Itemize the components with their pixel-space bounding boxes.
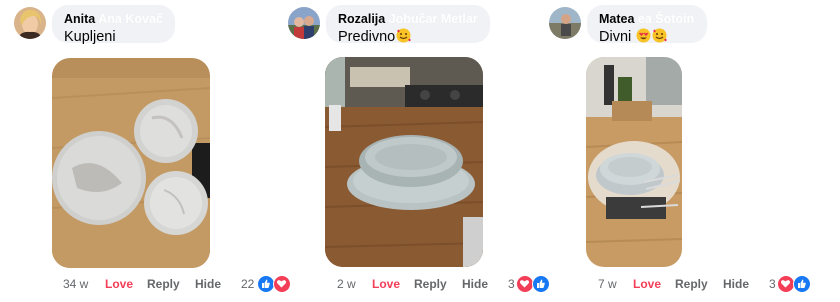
author-name-rest: Ana Kovač <box>98 12 163 26</box>
reaction-count[interactable]: 3 <box>769 277 776 291</box>
timestamp[interactable]: 34 w <box>63 277 88 291</box>
avatar[interactable] <box>288 7 320 39</box>
author-name[interactable]: Matea <box>599 12 634 26</box>
reply-button[interactable]: Reply <box>147 277 180 291</box>
comment-photo[interactable] <box>586 57 682 267</box>
comment-text: Predivno <box>338 29 396 45</box>
like-icon[interactable] <box>532 275 550 293</box>
hide-button[interactable]: Hide <box>723 277 749 291</box>
heart-eyes-icon <box>636 28 651 43</box>
love-button[interactable]: Love <box>633 277 661 291</box>
reaction-count[interactable]: 3 <box>508 277 515 291</box>
reaction-count[interactable]: 22 <box>241 277 254 291</box>
comment-text: Divni <box>599 29 632 45</box>
heart-icon[interactable] <box>273 275 291 293</box>
comment-photo[interactable] <box>325 57 483 267</box>
smiling-face-with-hearts-icon <box>396 28 412 43</box>
love-button[interactable]: Love <box>105 277 133 291</box>
like-icon[interactable] <box>793 275 811 293</box>
timestamp[interactable]: 7 w <box>598 277 617 291</box>
author-name-rest: Jobučar Metlar <box>388 12 478 26</box>
timestamp[interactable]: 2 w <box>337 277 356 291</box>
author-name[interactable]: Anita <box>64 12 95 26</box>
hide-button[interactable]: Hide <box>195 277 221 291</box>
avatar[interactable] <box>14 7 46 39</box>
hide-button[interactable]: Hide <box>462 277 488 291</box>
reply-button[interactable]: Reply <box>414 277 447 291</box>
love-button[interactable]: Love <box>372 277 400 291</box>
comment-bubble: Matea ea Šotoin Divni <box>587 5 707 45</box>
smiling-face-with-hearts-icon <box>652 28 668 43</box>
comment-photo[interactable] <box>52 58 210 268</box>
comment-bubble: Anita Ana Kovač Kupljeni <box>52 5 175 45</box>
avatar[interactable] <box>549 7 581 39</box>
author-name-rest: ea Šotoin <box>637 12 695 26</box>
author-name[interactable]: Rozalija <box>338 12 385 26</box>
comment-text: Kupljeni <box>64 29 116 45</box>
reply-button[interactable]: Reply <box>675 277 708 291</box>
comment-bubble: Rozalija Jobučar Metlar Predivno <box>326 5 490 45</box>
